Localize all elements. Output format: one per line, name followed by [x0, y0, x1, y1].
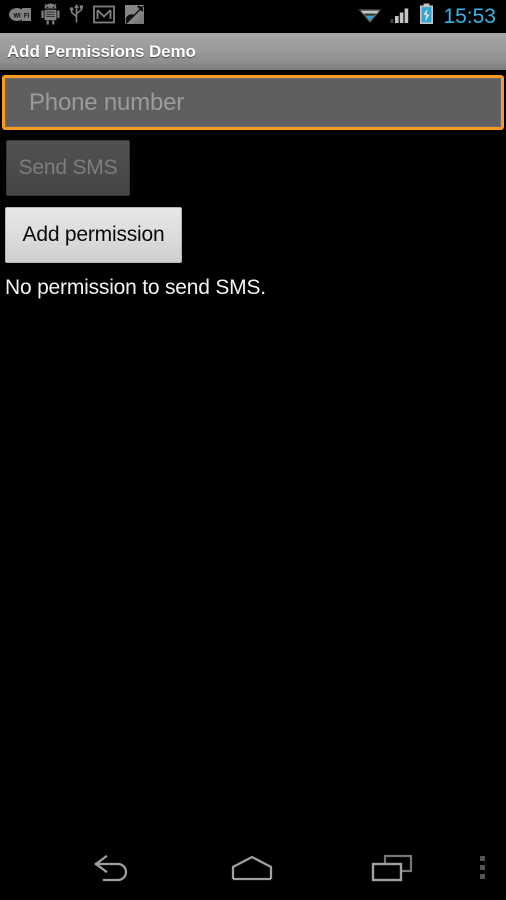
add-permission-button-label: Add permission [22, 223, 165, 246]
nav-recent-apps-button[interactable] [336, 840, 448, 900]
send-sms-button[interactable]: Send SMS [6, 140, 130, 196]
svg-text:WI: WI [13, 13, 21, 19]
wifi-signal-icon [357, 4, 383, 29]
nav-home-button[interactable] [196, 840, 308, 900]
status-bar-clock: 15:53 [443, 5, 496, 28]
overflow-menu-icon [478, 853, 488, 888]
phone-number-input[interactable]: Phone number [2, 75, 504, 130]
action-bar: Add Permissions Demo [0, 33, 506, 70]
status-bar: WI FI 15:53 [0, 0, 506, 33]
gallery-icon [124, 4, 145, 30]
navigation-bar [0, 840, 506, 900]
phone-number-placeholder: Phone number [29, 88, 185, 116]
back-arrow-icon [90, 853, 134, 888]
wifi-badge-icon: WI FI [8, 6, 32, 28]
status-bar-notification-icons: WI FI [8, 3, 145, 30]
main-content: Phone number Send SMS Add permission No … [0, 70, 506, 840]
status-bar-system-icons: 15:53 [357, 3, 498, 30]
android-debug-icon [41, 3, 60, 30]
gmail-icon [93, 5, 115, 29]
send-sms-button-label: Send SMS [18, 156, 118, 179]
add-permission-button[interactable]: Add permission [5, 207, 182, 263]
app-title: Add Permissions Demo [7, 41, 196, 61]
home-icon [229, 854, 275, 887]
recent-apps-icon [369, 853, 415, 888]
android-device-screen: WI FI 15:53 Add Permissions Demo Phone n… [0, 0, 506, 900]
usb-icon [69, 3, 84, 30]
cellular-signal-icon [390, 4, 412, 29]
svg-text:FI: FI [24, 13, 30, 19]
nav-back-button[interactable] [56, 840, 168, 900]
nav-overflow-menu-button[interactable] [460, 840, 506, 900]
permission-status-text: No permission to send SMS. [5, 276, 266, 299]
battery-charging-icon [419, 3, 434, 30]
